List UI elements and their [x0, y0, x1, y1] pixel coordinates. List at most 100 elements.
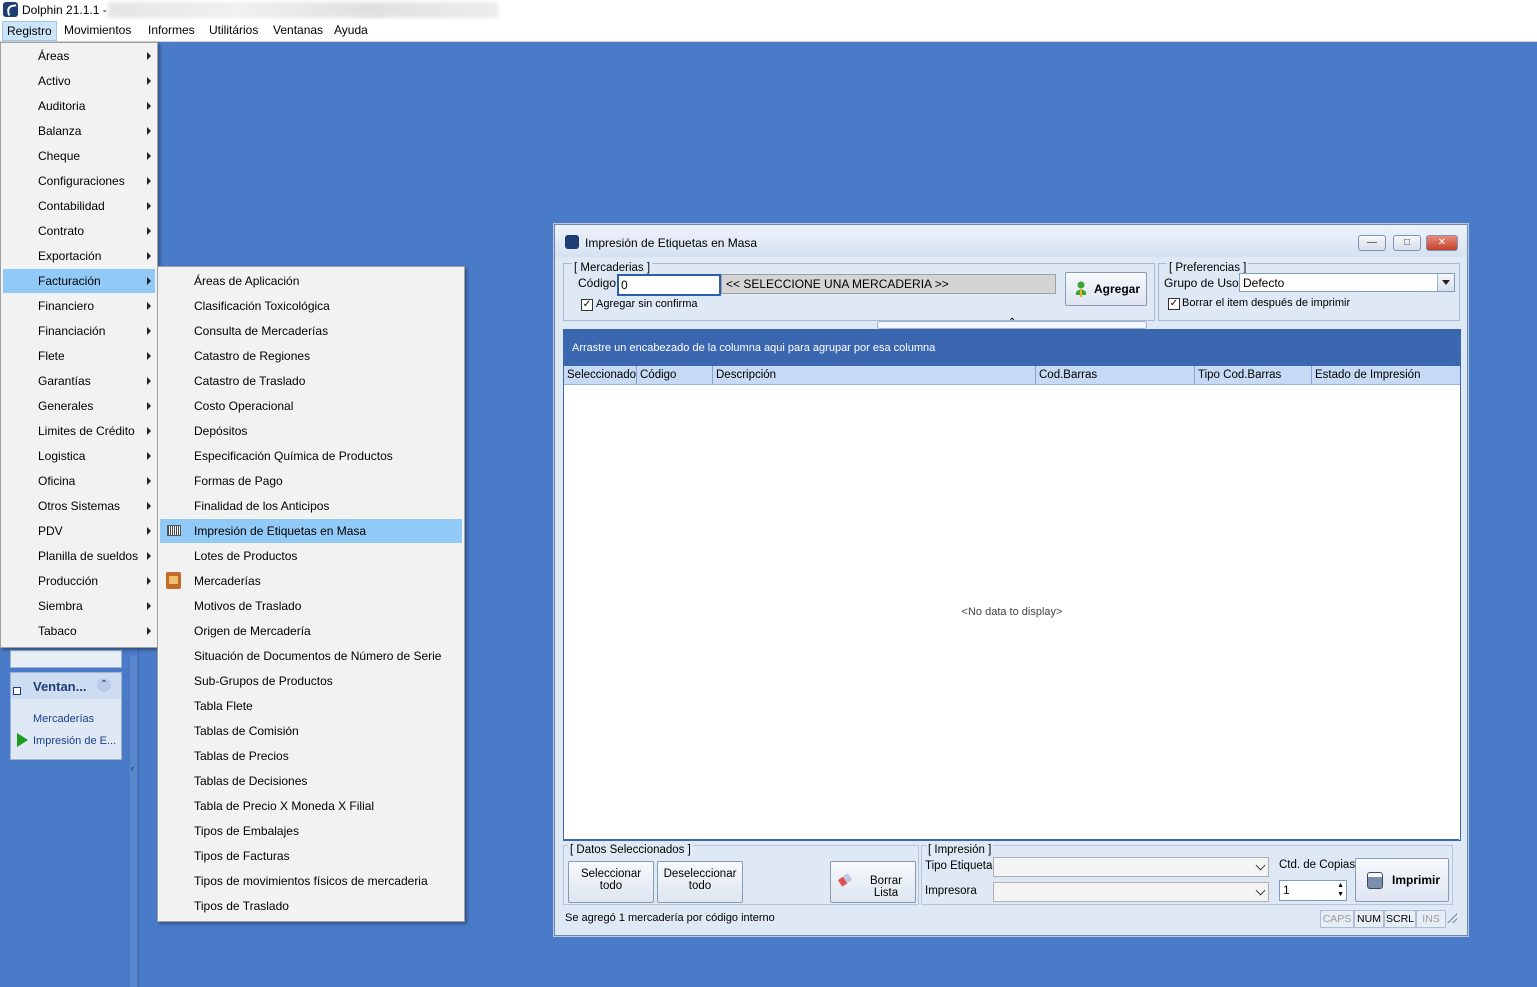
- imprimir-button[interactable]: Imprimir: [1355, 858, 1449, 902]
- col-seleccionado[interactable]: Seleccionado: [567, 369, 636, 381]
- dropdown-arrow-icon[interactable]: [1437, 274, 1454, 291]
- submenu-item-finalidad-anticipos[interactable]: Finalidad de los Anticipos: [160, 494, 462, 518]
- submenu-item-catastro-regiones[interactable]: Catastro de Regiones: [160, 344, 462, 368]
- submenu-item-depositos[interactable]: Depósitos: [160, 419, 462, 443]
- minimize-icon[interactable]: —: [1358, 235, 1386, 251]
- menu-item-areas[interactable]: Áreas: [3, 44, 155, 68]
- submenu-item-tipos-traslado[interactable]: Tipos de Traslado: [160, 894, 462, 918]
- codigo-input[interactable]: 0: [617, 274, 721, 296]
- agregar-button[interactable]: Agregar: [1065, 272, 1147, 306]
- ventanas-panel-header[interactable]: Ventan... ⌃: [11, 673, 121, 699]
- collapse-left-icon[interactable]: ‹: [131, 763, 134, 773]
- submenu-item-origen-mercaderia[interactable]: Origen de Mercadería: [160, 619, 462, 643]
- menu-item-siembra[interactable]: Siembra: [3, 594, 155, 618]
- submenu-item-tablas-decisiones[interactable]: Tablas de Decisiones: [160, 769, 462, 793]
- maximize-icon[interactable]: □: [1393, 235, 1421, 251]
- submenu-item-tablas-comision[interactable]: Tablas de Comisión: [160, 719, 462, 743]
- menu-item-logistica[interactable]: Logistica: [3, 444, 155, 468]
- submenu-item-tipos-movimientos[interactable]: Tipos de movimientos físicos de mercader…: [160, 869, 462, 893]
- panel-splitter[interactable]: ‹: [130, 655, 137, 987]
- menu-item-otros-sistemas[interactable]: Otros Sistemas: [3, 494, 155, 518]
- menu-item-tabaco[interactable]: Tabaco: [3, 619, 155, 643]
- grid-group-panel[interactable]: Arrastre un encabezado de la columna aqu…: [564, 330, 1460, 366]
- menu-item-auditoria[interactable]: Auditoria: [3, 94, 155, 118]
- menu-movimientos[interactable]: Movimientos: [64, 23, 131, 37]
- submenu-item-costo-operacional[interactable]: Costo Operacional: [160, 394, 462, 418]
- menu-item-planilla-sueldos[interactable]: Planilla de sueldos: [3, 544, 155, 568]
- menu-item-activo[interactable]: Activo: [3, 69, 155, 93]
- submenu-item-situacion-documentos[interactable]: Situación de Documentos de Número de Ser…: [160, 644, 462, 668]
- grupo-uso-select[interactable]: Defecto: [1239, 273, 1455, 292]
- menu-item-financiero[interactable]: Financiero: [3, 294, 155, 318]
- submenu-item-mercaderias[interactable]: Mercaderías: [160, 569, 462, 593]
- menu-item-generales[interactable]: Generales: [3, 394, 155, 418]
- resize-grip-icon[interactable]: [1447, 913, 1457, 923]
- mercaderia-select-display[interactable]: << SELECCIONE UNA MERCADERIA >>: [721, 274, 1056, 294]
- tipo-etiqueta-select[interactable]: [993, 857, 1269, 877]
- menu-registro[interactable]: Registro: [2, 21, 57, 41]
- close-icon[interactable]: ✕: [1426, 235, 1458, 251]
- menu-item-flete[interactable]: Flete: [3, 344, 155, 368]
- col-estado-impresion[interactable]: Estado de Impresión: [1315, 369, 1420, 381]
- submenu-item-motivos-traslado[interactable]: Motivos de Traslado: [160, 594, 462, 618]
- menu-item-produccion[interactable]: Producción: [3, 569, 155, 593]
- nav-link-impresion[interactable]: Impresión de E...: [33, 735, 116, 747]
- menu-item-contrato[interactable]: Contrato: [3, 219, 155, 243]
- menu-item-contabilidad[interactable]: Contabilidad: [3, 194, 155, 218]
- submenu-item-catastro-traslado[interactable]: Catastro de Traslado: [160, 369, 462, 393]
- menu-item-configuraciones[interactable]: Configuraciones: [3, 169, 155, 193]
- nav-search-input[interactable]: [10, 650, 122, 668]
- nav-link-mercaderias[interactable]: Mercaderías: [33, 713, 94, 725]
- submenu-item-lotes-productos[interactable]: Lotes de Productos: [160, 544, 462, 568]
- column-divider[interactable]: [1194, 366, 1195, 384]
- collapse-up-icon[interactable]: ⌃: [97, 678, 111, 692]
- menu-ventanas[interactable]: Ventanas: [273, 23, 323, 37]
- submenu-item-tipos-embalajes[interactable]: Tipos de Embalajes: [160, 819, 462, 843]
- menu-ayuda[interactable]: Ayuda: [334, 23, 368, 37]
- menu-item-garantias[interactable]: Garantías: [3, 369, 155, 393]
- chevron-down-icon[interactable]: [1255, 885, 1266, 896]
- menu-item-limites-credito[interactable]: Limites de Crédito: [3, 419, 155, 443]
- borrar-item-checkbox[interactable]: ✓: [1168, 298, 1180, 310]
- submenu-item-clasificacion-toxicologica[interactable]: Clasificación Toxicológica: [160, 294, 462, 318]
- deseleccionar-todo-button[interactable]: Deseleccionar todo: [657, 861, 743, 903]
- spinner-up-icon[interactable]: ▲: [1337, 882, 1344, 890]
- submenu-item-formas-pago[interactable]: Formas de Pago: [160, 469, 462, 493]
- column-divider[interactable]: [1035, 366, 1036, 384]
- chevron-up-icon[interactable]: ⌃: [1008, 317, 1016, 328]
- menu-item-pdv[interactable]: PDV: [3, 519, 155, 543]
- menu-item-cheque[interactable]: Cheque: [3, 144, 155, 168]
- column-divider[interactable]: [1311, 366, 1312, 384]
- submenu-item-tabla-precio-moneda[interactable]: Tabla de Precio X Moneda X Filial: [160, 794, 462, 818]
- col-descripcion[interactable]: Descripción: [716, 369, 776, 381]
- submenu-item-tipos-facturas[interactable]: Tipos de Facturas: [160, 844, 462, 868]
- menu-item-balanza[interactable]: Balanza: [3, 119, 155, 143]
- pin-icon[interactable]: [13, 687, 21, 695]
- column-divider[interactable]: [636, 366, 637, 384]
- menu-utilitarios[interactable]: Utilitários: [209, 23, 258, 37]
- seleccionar-todo-button[interactable]: Seleccionar todo: [568, 861, 654, 903]
- submenu-item-tabla-flete[interactable]: Tabla Flete: [160, 694, 462, 718]
- chevron-down-icon[interactable]: [1255, 860, 1266, 871]
- submenu-item-especificacion-quimica[interactable]: Especificación Química de Productos: [160, 444, 462, 468]
- col-tipo-cod-barras[interactable]: Tipo Cod.Barras: [1198, 369, 1281, 381]
- menu-item-financiacion[interactable]: Financiación: [3, 319, 155, 343]
- spinner-down-icon[interactable]: ▼: [1337, 891, 1344, 899]
- submenu-item-impresion-etiquetas[interactable]: Impresión de Etiquetas en Masa: [160, 519, 462, 543]
- submenu-item-areas-aplicacion[interactable]: Áreas de Aplicación: [160, 269, 462, 293]
- panel-collapse-handle[interactable]: ⌃: [877, 317, 1147, 329]
- submenu-item-consulta-mercaderias[interactable]: Consulta de Mercaderías: [160, 319, 462, 343]
- menu-item-oficina[interactable]: Oficina: [3, 469, 155, 493]
- agregar-sin-confirma-checkbox[interactable]: ✓: [581, 299, 593, 311]
- submenu-item-tablas-precios[interactable]: Tablas de Precios: [160, 744, 462, 768]
- copias-spinner[interactable]: 1 ▲ ▼: [1279, 880, 1347, 901]
- col-codigo[interactable]: Código: [640, 369, 676, 381]
- window-title-bar[interactable]: Impresión de Etiquetas en Masa — □ ✕: [555, 225, 1467, 257]
- menu-informes[interactable]: Informes: [148, 23, 195, 37]
- borrar-lista-button[interactable]: Borrar Lista: [830, 861, 916, 903]
- menu-item-facturacion[interactable]: Facturación: [3, 269, 155, 293]
- impresora-select[interactable]: [993, 882, 1269, 902]
- column-divider[interactable]: [712, 366, 713, 384]
- menu-item-exportacion[interactable]: Exportación: [3, 244, 155, 268]
- submenu-item-sub-grupos[interactable]: Sub-Grupos de Productos: [160, 669, 462, 693]
